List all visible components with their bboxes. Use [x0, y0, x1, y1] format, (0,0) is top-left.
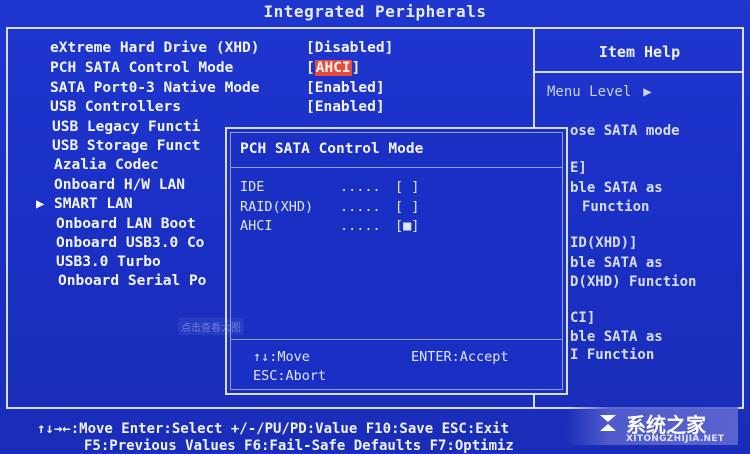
help-line: CI]: [570, 310, 596, 326]
logo-url: XITONGZHIJIA.NET: [626, 434, 725, 444]
help-line: ble SATA as: [570, 180, 663, 196]
setting-label: PCH SATA Control Mode: [50, 60, 234, 76]
setting-row-onboard-serial-port[interactable]: Onboard Serial Po: [58, 273, 206, 289]
popup-title-divider: [230, 167, 563, 168]
setting-value[interactable]: [AHCI]: [306, 60, 360, 76]
popup-key-accept: ENTER:Accept: [411, 349, 509, 365]
setting-row-azalia-codec[interactable]: Azalia Codec: [54, 157, 159, 173]
help-line: ID(XHD)]: [570, 235, 638, 251]
option-checkbox[interactable]: [ ]: [395, 199, 419, 215]
setting-row-onboard-hw-lan[interactable]: Onboard H/W LAN: [54, 177, 185, 193]
page-title: Integrated Peripherals: [263, 2, 487, 21]
help-line: ose SATA mode: [570, 123, 680, 139]
option-label: AHCI: [240, 218, 273, 234]
setting-label: eXtreme Hard Drive (XHD): [50, 40, 260, 56]
value-bracket-open: [: [306, 60, 315, 76]
option-dots: .....: [340, 179, 381, 195]
popup-footer-divider: [230, 339, 563, 340]
menu-level: Menu Level ▶: [547, 84, 652, 100]
setting-row-sata-port-native-mode[interactable]: SATA Port0-3 Native Mode [Enabled]: [50, 80, 385, 96]
value-bracket-close: ]: [351, 60, 361, 76]
popup-title: PCH SATA Control Mode: [240, 141, 424, 157]
option-label: RAID(XHD): [240, 199, 314, 215]
setting-row-usb3-turbo[interactable]: USB3.0 Turbo: [56, 254, 161, 270]
setting-label: SATA Port0-3 Native Mode: [50, 80, 260, 96]
setting-value[interactable]: [Disabled]: [306, 40, 393, 56]
setting-row-xhd[interactable]: eXtreme Hard Drive (XHD) [Disabled]: [50, 40, 393, 56]
setting-row-smart-lan[interactable]: SMART LAN: [54, 196, 133, 212]
logo-icon: [600, 415, 616, 431]
setting-row-onboard-lan-boot[interactable]: Onboard LAN Boot: [56, 216, 196, 232]
option-label: IDE: [240, 179, 265, 195]
submenu-pointer-icon: ▶: [36, 196, 45, 212]
setting-label: USB Controllers: [50, 99, 181, 115]
sata-mode-popup: PCH SATA Control Mode IDE ..... [ ] RAID…: [225, 127, 568, 395]
help-line: I Function: [570, 347, 655, 363]
option-dots: .....: [340, 218, 381, 234]
help-line: Function: [582, 199, 650, 215]
footer-keys-line-1: ↑↓→←:Move Enter:Select +/-/PU/PD:Value F…: [37, 421, 510, 437]
setting-row-onboard-usb3[interactable]: Onboard USB3.0 Co: [56, 235, 204, 251]
setting-row-pch-sata-control-mode[interactable]: PCH SATA Control Mode [AHCI]: [50, 60, 360, 76]
popup-option-ide[interactable]: IDE ..... [ ]: [240, 179, 419, 195]
setting-row-usb-legacy[interactable]: USB Legacy Functi: [52, 119, 200, 135]
popup-key-move: ↑↓:Move: [253, 349, 310, 365]
popup-option-ahci[interactable]: AHCI ..... [■]: [240, 218, 419, 234]
popup-option-raid[interactable]: RAID(XHD) ..... [ ]: [240, 199, 419, 215]
selected-value-highlight[interactable]: AHCI: [314, 60, 352, 76]
menu-level-label: Menu Level: [547, 84, 632, 100]
setting-row-usb-storage[interactable]: USB Storage Funct: [52, 138, 200, 154]
bios-screen: Integrated Peripherals Item Help Menu Le…: [0, 0, 750, 454]
setting-value[interactable]: [Enabled]: [306, 80, 385, 96]
popup-key-abort: ESC:Abort: [253, 368, 327, 384]
help-line: ble SATA as: [570, 329, 663, 345]
option-dots: .....: [340, 199, 381, 215]
help-line: ble SATA as: [570, 255, 663, 271]
setting-value[interactable]: [Enabled]: [306, 99, 385, 115]
help-title-divider: [533, 71, 744, 73]
item-help-title: Item Help: [598, 43, 681, 61]
help-line: D(XHD) Function: [570, 274, 697, 290]
setting-row-usb-controllers[interactable]: USB Controllers [Enabled]: [50, 99, 385, 115]
watermark-text: 点击查看大图: [178, 318, 244, 335]
option-checkbox-selected[interactable]: [■]: [395, 218, 419, 234]
help-line: E]: [570, 160, 587, 176]
option-checkbox[interactable]: [ ]: [395, 179, 419, 195]
site-logo: 系统之家 XITONGZHIJIA.NET: [566, 403, 744, 450]
menu-level-arrow-icon: ▶: [643, 84, 652, 100]
